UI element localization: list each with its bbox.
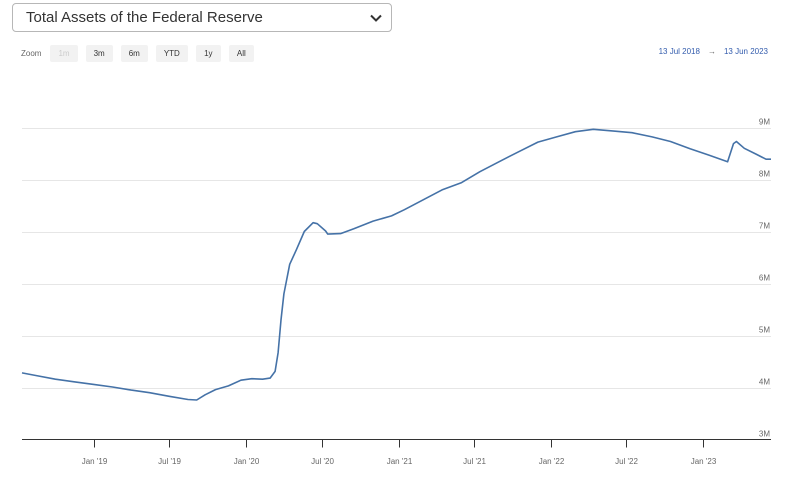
y-tick-label: 6M: [759, 274, 770, 283]
y-tick-label: 5M: [759, 326, 770, 335]
x-tick-label: Jan '21: [387, 457, 413, 466]
x-tick-label: Jul '20: [311, 457, 334, 466]
y-tick-label: 8M: [759, 170, 770, 179]
x-tick-label: Jan '20: [234, 457, 260, 466]
x-tick-label: Jan '22: [539, 457, 565, 466]
y-tick-label: 7M: [759, 222, 770, 231]
x-tick-label: Jul '19: [158, 457, 181, 466]
x-tick-label: Jul '21: [463, 457, 486, 466]
series-line: [21, 128, 771, 401]
y-tick-label: 4M: [759, 378, 770, 387]
x-tick-label: Jul '22: [615, 457, 638, 466]
x-tick-label: Jan '19: [82, 457, 108, 466]
y-tick-label: 9M: [759, 118, 770, 127]
y-tick-label: 3M: [759, 430, 770, 439]
x-tick-label: Jan '23: [691, 457, 717, 466]
line-chart[interactable]: 3M 4M 5M 6M 7M 8M 9M Jan '19 Jul '19 Jan '20 Jul '…: [0, 0, 800, 480]
